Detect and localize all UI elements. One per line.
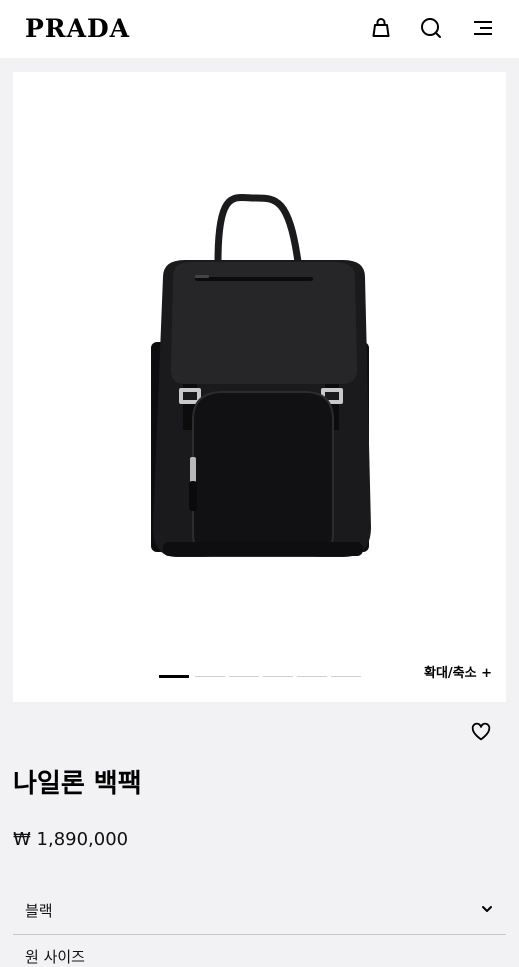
slide-indicator[interactable] — [195, 676, 225, 677]
slide-indicator-active[interactable] — [159, 675, 189, 678]
chevron-down-icon — [480, 902, 494, 916]
bag-icon[interactable] — [368, 15, 394, 41]
gallery-pagination[interactable] — [159, 675, 369, 679]
heart-icon[interactable] — [470, 721, 492, 743]
prada-logo[interactable]: PRADA — [25, 14, 130, 43]
top-header: PRADA — [0, 0, 519, 58]
product-gallery[interactable]: 확대/축소 + — [13, 72, 506, 702]
menu-icon[interactable] — [471, 15, 497, 41]
zoom-toggle[interactable]: 확대/축소 + — [424, 662, 492, 681]
slide-indicator[interactable] — [297, 676, 327, 677]
product-title: 나일론 백팩 — [13, 769, 142, 799]
slide-indicator[interactable] — [331, 676, 361, 677]
product-price: ₩ 1,890,000 — [13, 829, 129, 850]
size-select[interactable]: 원 사이즈 — [25, 946, 85, 967]
slide-indicator[interactable] — [263, 676, 293, 677]
product-image[interactable] — [13, 72, 506, 702]
slide-indicator[interactable] — [229, 676, 259, 677]
color-select[interactable]: 블랙 — [13, 888, 506, 935]
color-value: 블랙 — [25, 902, 53, 920]
search-icon[interactable] — [418, 15, 444, 41]
